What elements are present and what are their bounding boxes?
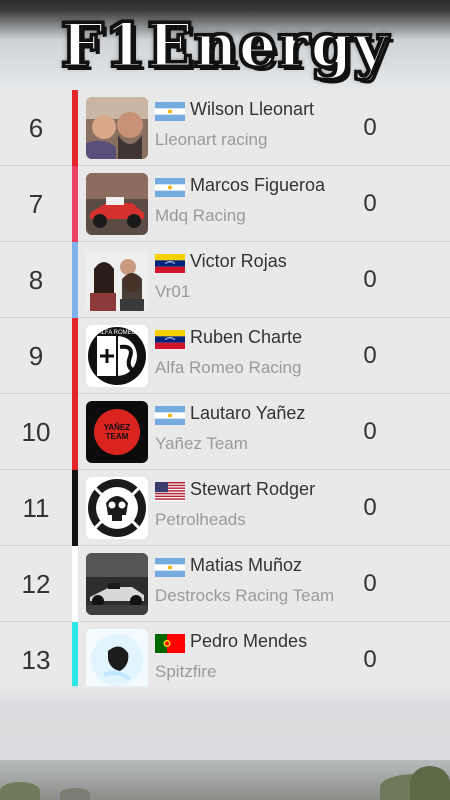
- driver-avatar[interactable]: [86, 477, 148, 539]
- team-name: Vr01: [155, 282, 191, 301]
- position-number: 7: [28, 188, 44, 219]
- country-flag-icon: [155, 102, 185, 121]
- driver-avatar[interactable]: [86, 553, 148, 615]
- points-value: 0: [363, 266, 377, 293]
- position-number: 12: [21, 568, 51, 599]
- background-ground: [0, 760, 450, 800]
- team-name: Petrolheads: [155, 510, 246, 529]
- driver-avatar[interactable]: [86, 249, 148, 311]
- team-name: Spitzfire: [155, 662, 217, 681]
- team-color-stripe: [72, 546, 78, 622]
- team-color-stripe: [72, 394, 78, 470]
- driver-name: Ruben Charte: [190, 327, 303, 347]
- position-number: 13: [21, 644, 51, 675]
- driver-avatar[interactable]: [86, 629, 148, 688]
- driver-avatar[interactable]: [86, 173, 148, 235]
- team-color-stripe: [72, 318, 78, 394]
- list-fade: [0, 686, 450, 706]
- driver-avatar[interactable]: YAÑEZ TEAM: [86, 401, 148, 463]
- standings-row[interactable]: 10 YAÑEZ TEAM Lautaro Yañez Yañez Team 0: [0, 394, 450, 470]
- points-value: 0: [363, 342, 377, 369]
- standings-row[interactable]: 11 Stewart Rodger Petrolheads 0: [0, 470, 450, 546]
- driver-name: Wilson Lleonart: [190, 99, 315, 119]
- standings-list[interactable]: 6 Wilson Lleonart Lleonart racing 0 7 Marcos …: [0, 90, 450, 688]
- driver-avatar[interactable]: [86, 97, 148, 159]
- driver-name: Victor Rojas: [190, 251, 287, 271]
- country-flag-icon: [155, 634, 185, 653]
- standings-row[interactable]: 12 Matias Muñoz Destrocks Racing Team 0: [0, 546, 450, 622]
- team-color-stripe: [72, 166, 78, 242]
- driver-name: Marcos Figueroa: [190, 175, 326, 195]
- position-number: 6: [28, 112, 44, 143]
- position-number: 9: [28, 340, 44, 371]
- team-color-stripe: [72, 470, 78, 546]
- points-value: 0: [363, 114, 377, 141]
- position-number: 11: [22, 492, 50, 523]
- standings-row[interactable]: 8 Victor Rojas Vr01 0: [0, 242, 450, 318]
- team-name: Mdq Racing: [155, 206, 246, 225]
- team-name: Alfa Romeo Racing: [155, 358, 302, 377]
- app-header: F1Energy: [0, 0, 450, 92]
- country-flag-icon: [155, 482, 185, 501]
- app-title: F1Energy: [59, 10, 390, 83]
- standings-row[interactable]: 7 Marcos Figueroa Mdq Racing 0: [0, 166, 450, 242]
- driver-name: Pedro Mendes: [190, 631, 308, 651]
- team-name: Destrocks Racing Team: [155, 586, 335, 605]
- points-value: 0: [363, 190, 377, 217]
- country-flag-icon: [155, 254, 185, 273]
- points-value: 0: [363, 570, 377, 597]
- points-value: 0: [363, 494, 377, 521]
- country-flag-icon: [155, 558, 185, 577]
- country-flag-icon: [155, 406, 185, 425]
- points-value: 0: [363, 646, 377, 673]
- driver-name: Matias Muñoz: [190, 555, 303, 575]
- standings-row[interactable]: 6 Wilson Lleonart Lleonart racing 0: [0, 90, 450, 166]
- position-number: 8: [28, 264, 44, 295]
- driver-name: Stewart Rodger: [190, 479, 316, 499]
- team-color-stripe: [72, 622, 78, 688]
- team-name: Yañez Team: [155, 434, 248, 453]
- position-number: 10: [21, 416, 51, 447]
- points-value: 0: [363, 418, 377, 445]
- yanez-team-logo-text: YAÑEZ TEAM: [94, 409, 140, 455]
- team-name: Lleonart racing: [155, 130, 268, 149]
- driver-avatar[interactable]: ALFA ROMEO: [86, 325, 148, 387]
- country-flag-icon: [155, 330, 185, 349]
- svg-text:ALFA ROMEO: ALFA ROMEO: [98, 330, 137, 336]
- standings-row[interactable]: 13 Pedro Mendes Spitzfire 0: [0, 622, 450, 688]
- driver-name: Lautaro Yañez: [190, 403, 306, 423]
- standings-row[interactable]: 9 ALFA ROMEO Ruben Charte Alfa Romeo Racing…: [0, 318, 450, 394]
- country-flag-icon: [155, 178, 185, 197]
- team-color-stripe: [72, 90, 78, 166]
- team-color-stripe: [72, 242, 78, 318]
